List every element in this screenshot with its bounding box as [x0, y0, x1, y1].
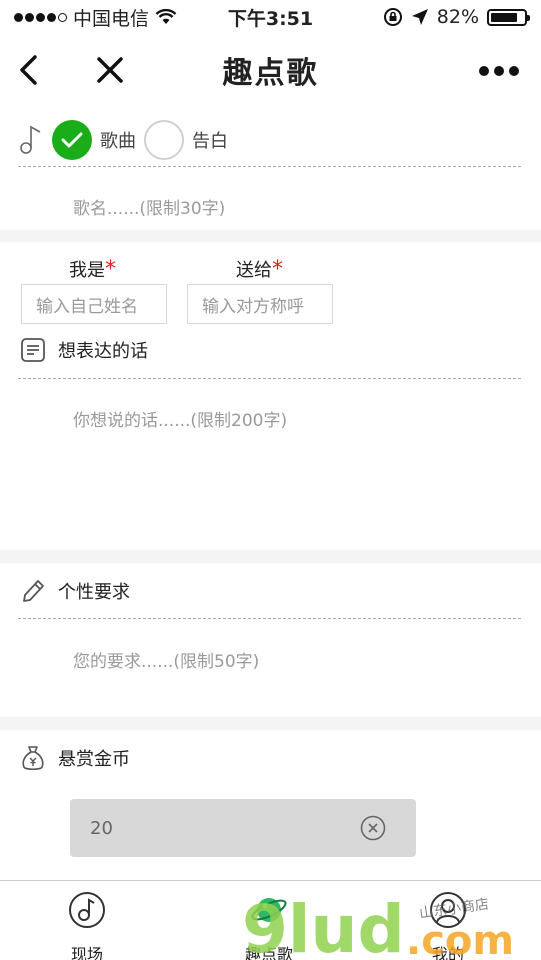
- song-card: 歌曲 告白 歌名......(限制30字): [0, 106, 541, 230]
- money-bag-icon: [22, 746, 44, 771]
- requirement-header: 个性要求: [20, 577, 130, 605]
- page-title: 趣点歌: [222, 56, 319, 91]
- back-icon[interactable]: [14, 54, 44, 86]
- svg-text:.com: .com: [406, 918, 514, 960]
- signal-icon: [14, 12, 67, 22]
- note-list-icon: [21, 338, 45, 362]
- coin-amount-input[interactable]: 20: [70, 799, 416, 857]
- tab-live[interactable]: 现场: [37, 891, 137, 960]
- battery-percent: 82%: [436, 6, 479, 28]
- message-header: 想表达的话: [20, 337, 148, 363]
- status-bar: 中国电信 下午3:51 82%: [0, 0, 541, 34]
- song-name-input[interactable]: 歌名......(限制30字): [73, 194, 225, 219]
- divider: [18, 378, 521, 379]
- rotation-lock-icon: [383, 8, 402, 26]
- carrier-name: 中国电信: [73, 7, 150, 30]
- close-icon[interactable]: [94, 54, 126, 86]
- coin-amount-value: 20: [90, 817, 113, 839]
- my-name-input[interactable]: 输入自己姓名: [21, 284, 167, 324]
- music-note-icon: [69, 892, 105, 928]
- wifi-icon: [155, 9, 177, 24]
- watermark-logo: 9lud .com 山东小商店: [242, 891, 514, 960]
- divider: [18, 166, 521, 167]
- song-type-selector: 歌曲 告白: [18, 120, 236, 160]
- music-note-icon: [20, 125, 41, 154]
- radio-confession[interactable]: [144, 120, 184, 160]
- message-textarea[interactable]: 你想说的话......(限制200字): [73, 406, 287, 431]
- location-arrow-icon: [411, 9, 428, 25]
- me-label: 我是*: [69, 257, 116, 282]
- reward-card: 悬赏金币 20 20 50 100 200: [0, 730, 541, 880]
- battery-icon: [487, 8, 530, 26]
- radio-song[interactable]: [52, 120, 92, 160]
- more-icon[interactable]: [479, 66, 519, 76]
- reward-header: 悬赏金币: [20, 744, 130, 772]
- check-icon: [61, 132, 83, 148]
- message-card: 我是* 送给* 输入自己姓名 输入对方称呼 想表达的话 你想说的话......(…: [0, 242, 541, 550]
- svg-text:9lud: 9lud: [242, 891, 405, 960]
- pencil-icon: [23, 580, 44, 602]
- requirement-textarea[interactable]: 您的要求......(限制50字): [73, 647, 259, 672]
- to-label: 送给*: [236, 257, 283, 282]
- nav-bar: 趣点歌: [0, 34, 541, 106]
- clear-icon[interactable]: [360, 815, 386, 841]
- radio-confession-label: 告白: [192, 131, 228, 152]
- recipient-name-input[interactable]: 输入对方称呼: [187, 284, 333, 324]
- radio-song-label: 歌曲: [100, 131, 136, 152]
- requirement-card: 个性要求 您的要求......(限制50字): [0, 563, 541, 717]
- divider: [18, 618, 521, 619]
